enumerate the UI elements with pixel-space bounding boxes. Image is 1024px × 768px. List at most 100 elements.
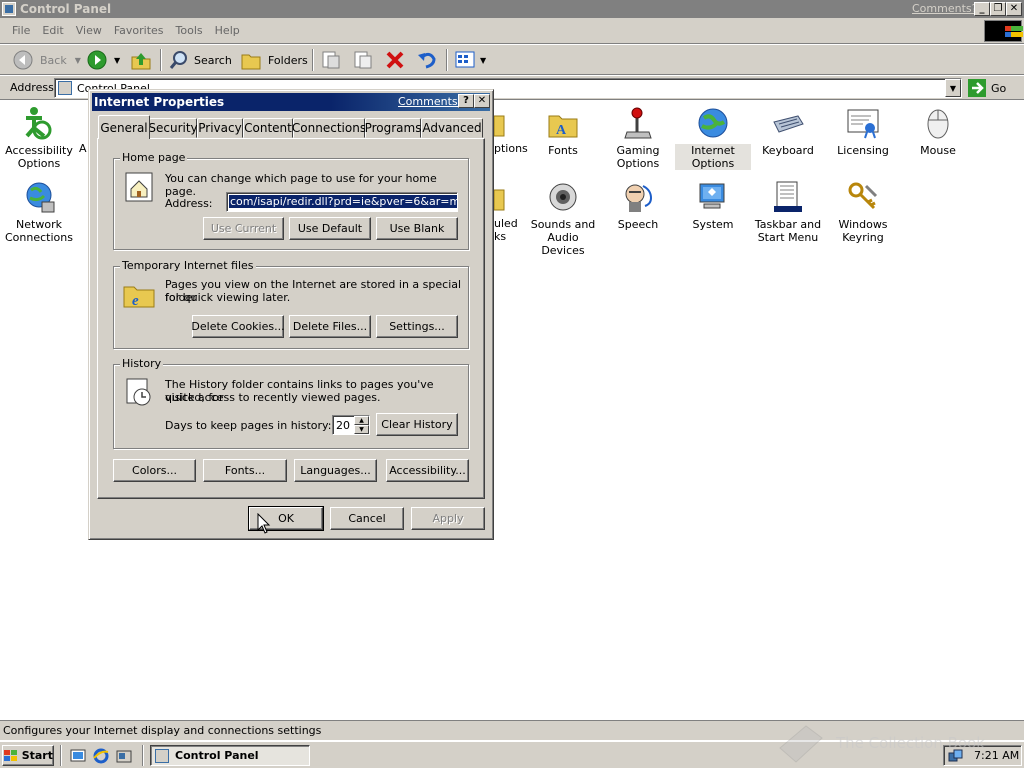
up-folder-icon <box>131 53 151 70</box>
tab-content[interactable]: Content <box>243 118 293 138</box>
use-blank-button[interactable]: Use Blank <box>376 217 458 240</box>
history-group-label: History <box>120 357 164 370</box>
up-folder-button[interactable] <box>130 48 152 72</box>
accessibility-button[interactable]: Accessibility... <box>386 459 469 482</box>
dialog-title-bar[interactable]: Internet Properties Comments? ? ✕ <box>92 93 490 111</box>
languages-button[interactable]: Languages... <box>294 459 377 482</box>
window-title-bar[interactable]: Control Panel Comments? _ ❐ ✕ <box>0 0 1024 18</box>
spinner-down-icon[interactable]: ▼ <box>354 425 369 434</box>
item-internet-options[interactable]: Internet Options <box>675 106 751 170</box>
svg-text:e: e <box>132 293 139 309</box>
item-licensing[interactable]: Licensing <box>825 106 901 157</box>
general-tab-panel: Home page You can change which page to u… <box>97 138 485 499</box>
item-gaming-options[interactable]: Gaming Options <box>600 106 676 170</box>
item-accessibility-options[interactable]: Accessibility Options <box>1 106 77 170</box>
copy-to-button[interactable] <box>352 48 374 72</box>
item-partial-scheduled-label-2[interactable]: ks <box>494 230 506 243</box>
restore-button[interactable]: ❐ <box>990 2 1006 16</box>
menu-edit[interactable]: Edit <box>36 24 69 37</box>
comments-link[interactable]: Comments? <box>912 2 977 15</box>
cancel-button[interactable]: Cancel <box>330 507 404 530</box>
fonts-button[interactable]: Fonts... <box>203 459 287 482</box>
dialog-close-button[interactable]: ✕ <box>474 94 490 108</box>
delete-cookies-button[interactable]: Delete Cookies... <box>191 315 285 338</box>
menu-view[interactable]: View <box>70 24 108 37</box>
item-fonts[interactable]: A Fonts <box>525 106 601 157</box>
folders-button[interactable]: Folders <box>240 48 308 72</box>
item-sounds-audio[interactable]: Sounds and Audio Devices <box>525 180 601 257</box>
spinner-up-icon[interactable]: ▲ <box>354 416 369 425</box>
explorer-icon[interactable] <box>116 748 132 764</box>
colors-button[interactable]: Colors... <box>113 459 196 482</box>
forward-button[interactable]: ▼ <box>86 48 120 72</box>
address-dropdown-button[interactable]: ▼ <box>945 79 961 97</box>
tab-programs[interactable]: Programs <box>365 118 421 138</box>
home-page-group: Home page You can change which page to u… <box>113 151 469 250</box>
copy-to-icon <box>354 51 372 69</box>
home-page-group-label: Home page <box>120 151 188 164</box>
clear-history-button[interactable]: Clear History <box>376 413 458 436</box>
close-button[interactable]: ✕ <box>1006 2 1022 16</box>
views-button[interactable]: ▼ <box>454 48 486 72</box>
tab-privacy[interactable]: Privacy <box>197 118 243 138</box>
show-desktop-icon[interactable] <box>70 748 86 764</box>
apply-button[interactable]: Apply <box>411 507 485 530</box>
tab-security[interactable]: Security <box>148 118 198 138</box>
item-network-connections[interactable]: Network Connections <box>1 180 77 244</box>
item-keyboard[interactable]: Keyboard <box>750 106 826 157</box>
address-label: Address <box>10 81 54 94</box>
back-button[interactable]: Back ▼ <box>12 48 81 72</box>
item-system[interactable]: System <box>675 180 751 231</box>
temp-files-folder-icon: e <box>123 286 155 309</box>
control-panel-small-icon <box>58 81 72 95</box>
system-icon <box>696 180 730 214</box>
certificate-icon <box>846 106 880 140</box>
history-description-2: quick access to recently viewed pages. <box>165 391 381 404</box>
folders-icon <box>241 54 261 70</box>
back-dropdown-icon[interactable]: ▼ <box>75 56 81 65</box>
dialog-help-button[interactable]: ? <box>458 94 474 108</box>
item-speech[interactable]: Speech <box>600 180 676 231</box>
internet-explorer-icon[interactable] <box>93 748 109 764</box>
forward-arrow-icon <box>87 50 107 70</box>
menu-help[interactable]: Help <box>209 24 246 37</box>
home-page-icon <box>125 172 153 202</box>
use-current-button[interactable]: Use Current <box>203 217 284 240</box>
control-panel-icon <box>2 2 16 16</box>
forward-dropdown-icon[interactable]: ▼ <box>114 56 120 65</box>
history-days-spinner[interactable]: 20 ▲ ▼ <box>332 415 370 435</box>
taskbar: Start Control Panel 7:21 AM The Collecti… <box>0 725 1024 768</box>
accessibility-icon <box>22 106 56 140</box>
temp-settings-button[interactable]: Settings... <box>376 315 458 338</box>
undo-button[interactable] <box>416 48 438 72</box>
delete-button[interactable] <box>384 48 406 72</box>
use-default-button[interactable]: Use Default <box>289 217 371 240</box>
move-to-button[interactable] <box>320 48 342 72</box>
dialog-comments-link[interactable]: Comments? <box>398 95 463 108</box>
item-taskbar-start-menu[interactable]: Taskbar and Start Menu <box>750 180 826 244</box>
taskbar-icon <box>771 180 805 214</box>
history-days-value: 20 <box>336 419 350 432</box>
item-windows-keyring[interactable]: Windows Keyring <box>825 180 901 244</box>
tab-advanced[interactable]: Advanced <box>421 118 483 138</box>
tab-general[interactable]: General <box>98 115 150 139</box>
internet-properties-dialog: Internet Properties Comments? ? ✕ Genera… <box>88 89 494 540</box>
item-partial-admin-label[interactable]: A <box>79 142 87 155</box>
item-partial-folder-options-label[interactable]: ptions <box>494 142 528 155</box>
menu-favorites[interactable]: Favorites <box>108 24 170 37</box>
folder-options-partial-icon <box>493 106 506 140</box>
menu-file[interactable]: File <box>6 24 36 37</box>
start-button[interactable]: Start <box>2 745 54 766</box>
views-dropdown-icon[interactable]: ▼ <box>480 56 486 65</box>
tab-connections[interactable]: Connections <box>292 118 366 138</box>
go-button[interactable]: Go <box>968 78 1006 98</box>
search-button[interactable]: Search <box>168 48 232 72</box>
menu-tools[interactable]: Tools <box>170 24 209 37</box>
item-mouse[interactable]: Mouse <box>900 106 976 157</box>
back-arrow-icon <box>13 50 33 70</box>
delete-files-button[interactable]: Delete Files... <box>289 315 371 338</box>
minimize-button[interactable]: _ <box>974 2 990 16</box>
item-partial-scheduled-label[interactable]: uled <box>494 217 518 230</box>
home-address-input[interactable]: com/isapi/redir.dll?prd=ie&pver=6&ar=msn… <box>226 192 458 212</box>
taskbar-control-panel-button[interactable]: Control Panel <box>150 745 310 766</box>
